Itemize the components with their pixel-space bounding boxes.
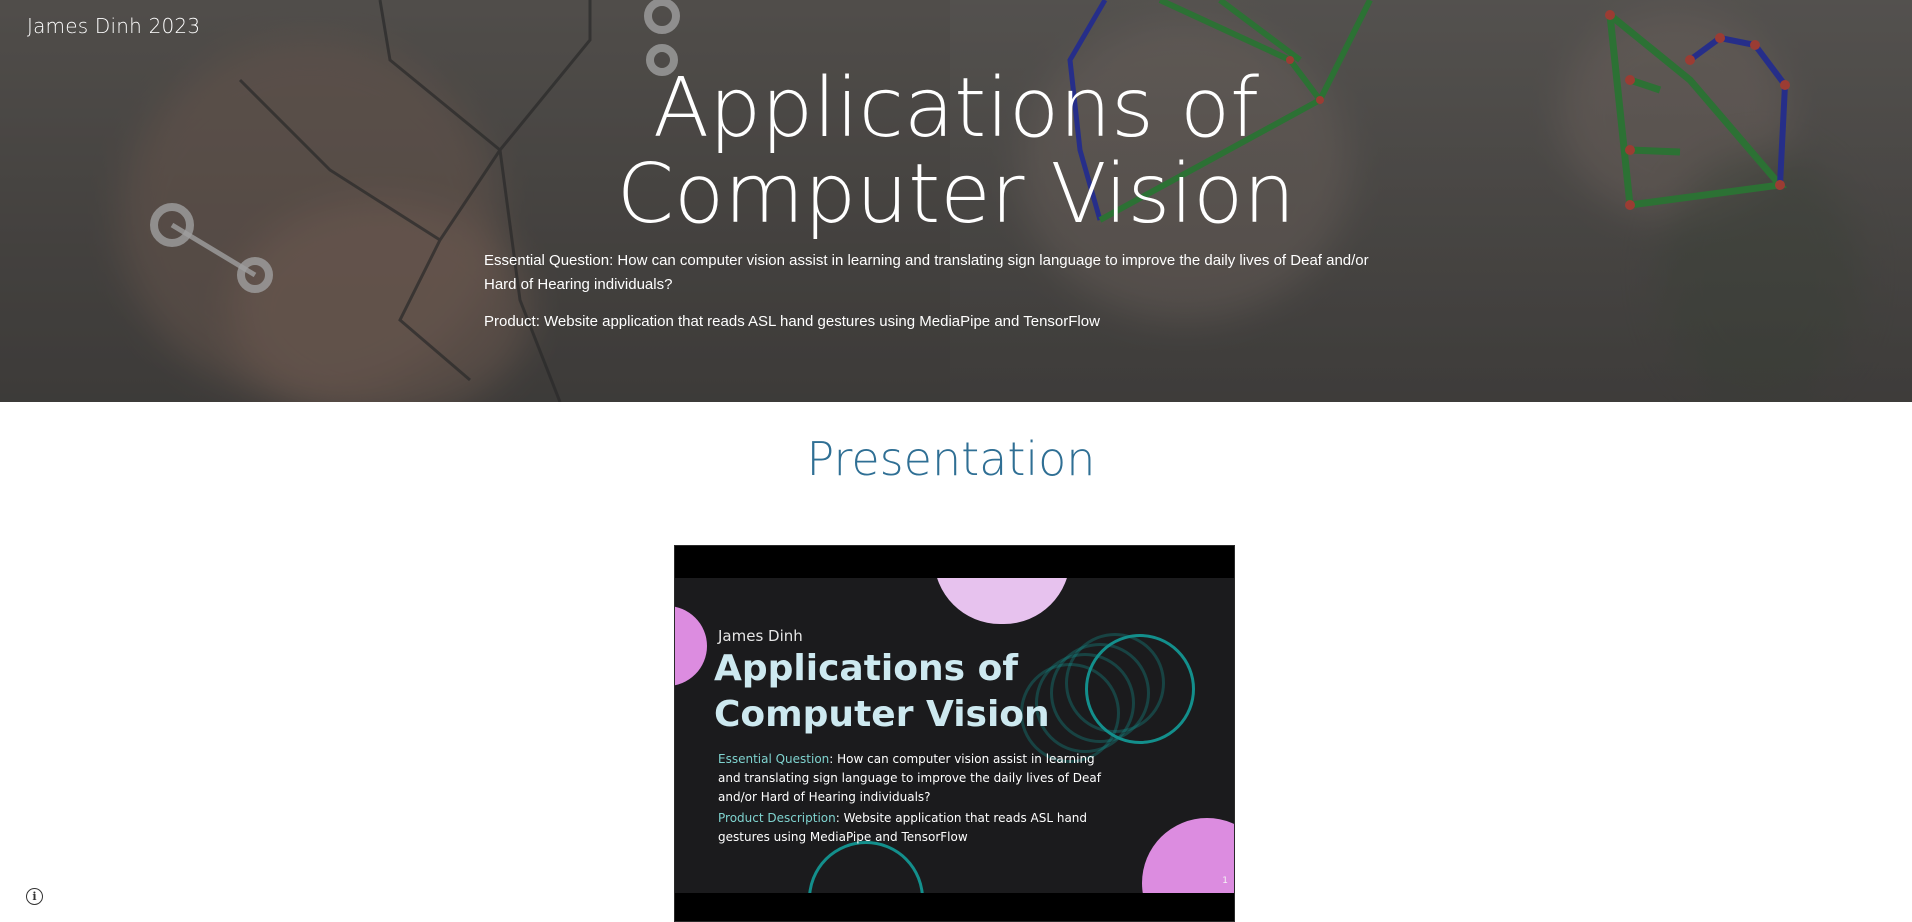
teal-ring-decoration xyxy=(1085,634,1195,744)
slide-author: James Dinh xyxy=(718,627,803,645)
product-text: Product: Website application that reads … xyxy=(484,313,1100,330)
slide-title-line1: Applications of xyxy=(714,648,1018,689)
slide-title-line2: Computer Vision xyxy=(714,694,1050,735)
page-title-line2: Computer Vision xyxy=(616,147,1296,242)
presentation-embed[interactable]: James Dinh Applications of Computer Visi… xyxy=(674,545,1235,922)
info-icon[interactable]: i xyxy=(26,888,43,905)
slide-product-description: Product Description: Website application… xyxy=(718,809,1113,847)
page-title: Applications of Computer Vision xyxy=(456,66,1456,238)
slide-essential-question: Essential Question: How can computer vis… xyxy=(718,750,1113,807)
slide-eq-label: Essential Question xyxy=(718,752,830,766)
slide-prod-label: Product Description xyxy=(718,811,836,825)
slide-page-number: 1 xyxy=(1222,876,1228,886)
section-title-presentation: Presentation xyxy=(806,432,1096,486)
slide-preview: James Dinh Applications of Computer Visi… xyxy=(675,578,1234,893)
pink-circle-decoration xyxy=(1142,818,1234,893)
pink-circle-decoration xyxy=(675,606,707,686)
essential-question-text: Essential Question: How can computer vis… xyxy=(484,252,1369,293)
lilac-semicircle-decoration xyxy=(934,578,1070,624)
site-title-link[interactable]: James Dinh 2023 xyxy=(27,14,200,38)
page-title-line1: Applications of xyxy=(653,61,1259,156)
hero-banner: James Dinh 2023 Applications of Computer… xyxy=(0,0,1912,402)
slide-title: Applications of Computer Vision xyxy=(714,646,1050,738)
teal-ring-decoration xyxy=(808,841,924,893)
